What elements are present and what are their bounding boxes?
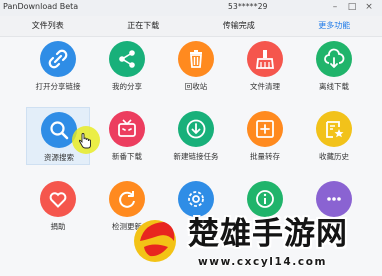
trash-icon [190, 50, 202, 68]
feature-circle [178, 111, 214, 147]
recycle-bin-button[interactable]: 回收站 [164, 37, 228, 95]
heart-icon [49, 192, 67, 208]
maximize-button[interactable]: □ [347, 2, 357, 12]
tab-transfer-complete[interactable]: 传输完成 [191, 16, 287, 36]
feature-circle [109, 181, 145, 217]
minimize-button[interactable]: – [330, 2, 340, 12]
feature-circle [247, 41, 283, 77]
watermark-url: www.cxcyl14.com [198, 256, 328, 268]
new-link-task-button[interactable]: 新建链接任务 [164, 107, 228, 165]
main-tabs: 文件列表 正在下载 传输完成 更多功能 [0, 16, 382, 37]
anime-download-button[interactable]: 新番下载 [95, 107, 159, 165]
feature-circle [40, 41, 76, 77]
share-icon [119, 50, 135, 68]
feature-circle [247, 111, 283, 147]
cloud-download-icon [324, 48, 345, 68]
app-title: PanDownload Beta [3, 2, 79, 11]
my-shares-button[interactable]: 我的分享 [95, 37, 159, 95]
offline-download-button[interactable]: 离线下载 [302, 37, 366, 95]
refresh-icon [119, 191, 135, 208]
title-bar: PanDownload Beta 53*****29 – □ × [0, 0, 382, 16]
open-share-link-button[interactable]: 打开分享链接 [26, 37, 90, 95]
about-icon [256, 190, 274, 208]
download-circle-icon [186, 119, 206, 139]
star-list-icon [326, 121, 344, 138]
close-button[interactable]: × [364, 2, 374, 12]
feature-circle [316, 111, 352, 147]
tab-file-list[interactable]: 文件列表 [0, 16, 96, 36]
watermark-text: 楚雄手游网 [188, 216, 348, 252]
tab-downloading[interactable]: 正在下载 [96, 16, 192, 36]
batch-save-icon [256, 120, 274, 138]
feature-label: 离线下载 [319, 82, 349, 91]
feature-circle [40, 181, 76, 217]
feature-circle [109, 41, 145, 77]
batch-save-button[interactable]: 批量转存 [233, 107, 297, 165]
feature-circle [178, 41, 214, 77]
tab-more-features[interactable]: 更多功能 [287, 16, 382, 36]
broom-icon [255, 50, 275, 69]
settings-icon [188, 191, 204, 207]
file-cleanup-button[interactable]: 文件清理 [233, 37, 297, 95]
user-account[interactable]: 53*****29 [228, 2, 268, 11]
feature-label: 收藏历史 [319, 152, 349, 161]
feature-circle [316, 41, 352, 77]
hand-pointer-icon [78, 133, 91, 149]
link-icon [48, 49, 68, 69]
watermark-logo [134, 220, 176, 262]
favorites-history-button[interactable]: 收藏历史 [302, 107, 366, 165]
search-icon [50, 121, 69, 140]
tv-icon [118, 119, 136, 137]
misc-icon [327, 197, 341, 201]
feature-circle [109, 111, 145, 147]
donate-button[interactable]: 捐助 [26, 177, 90, 235]
